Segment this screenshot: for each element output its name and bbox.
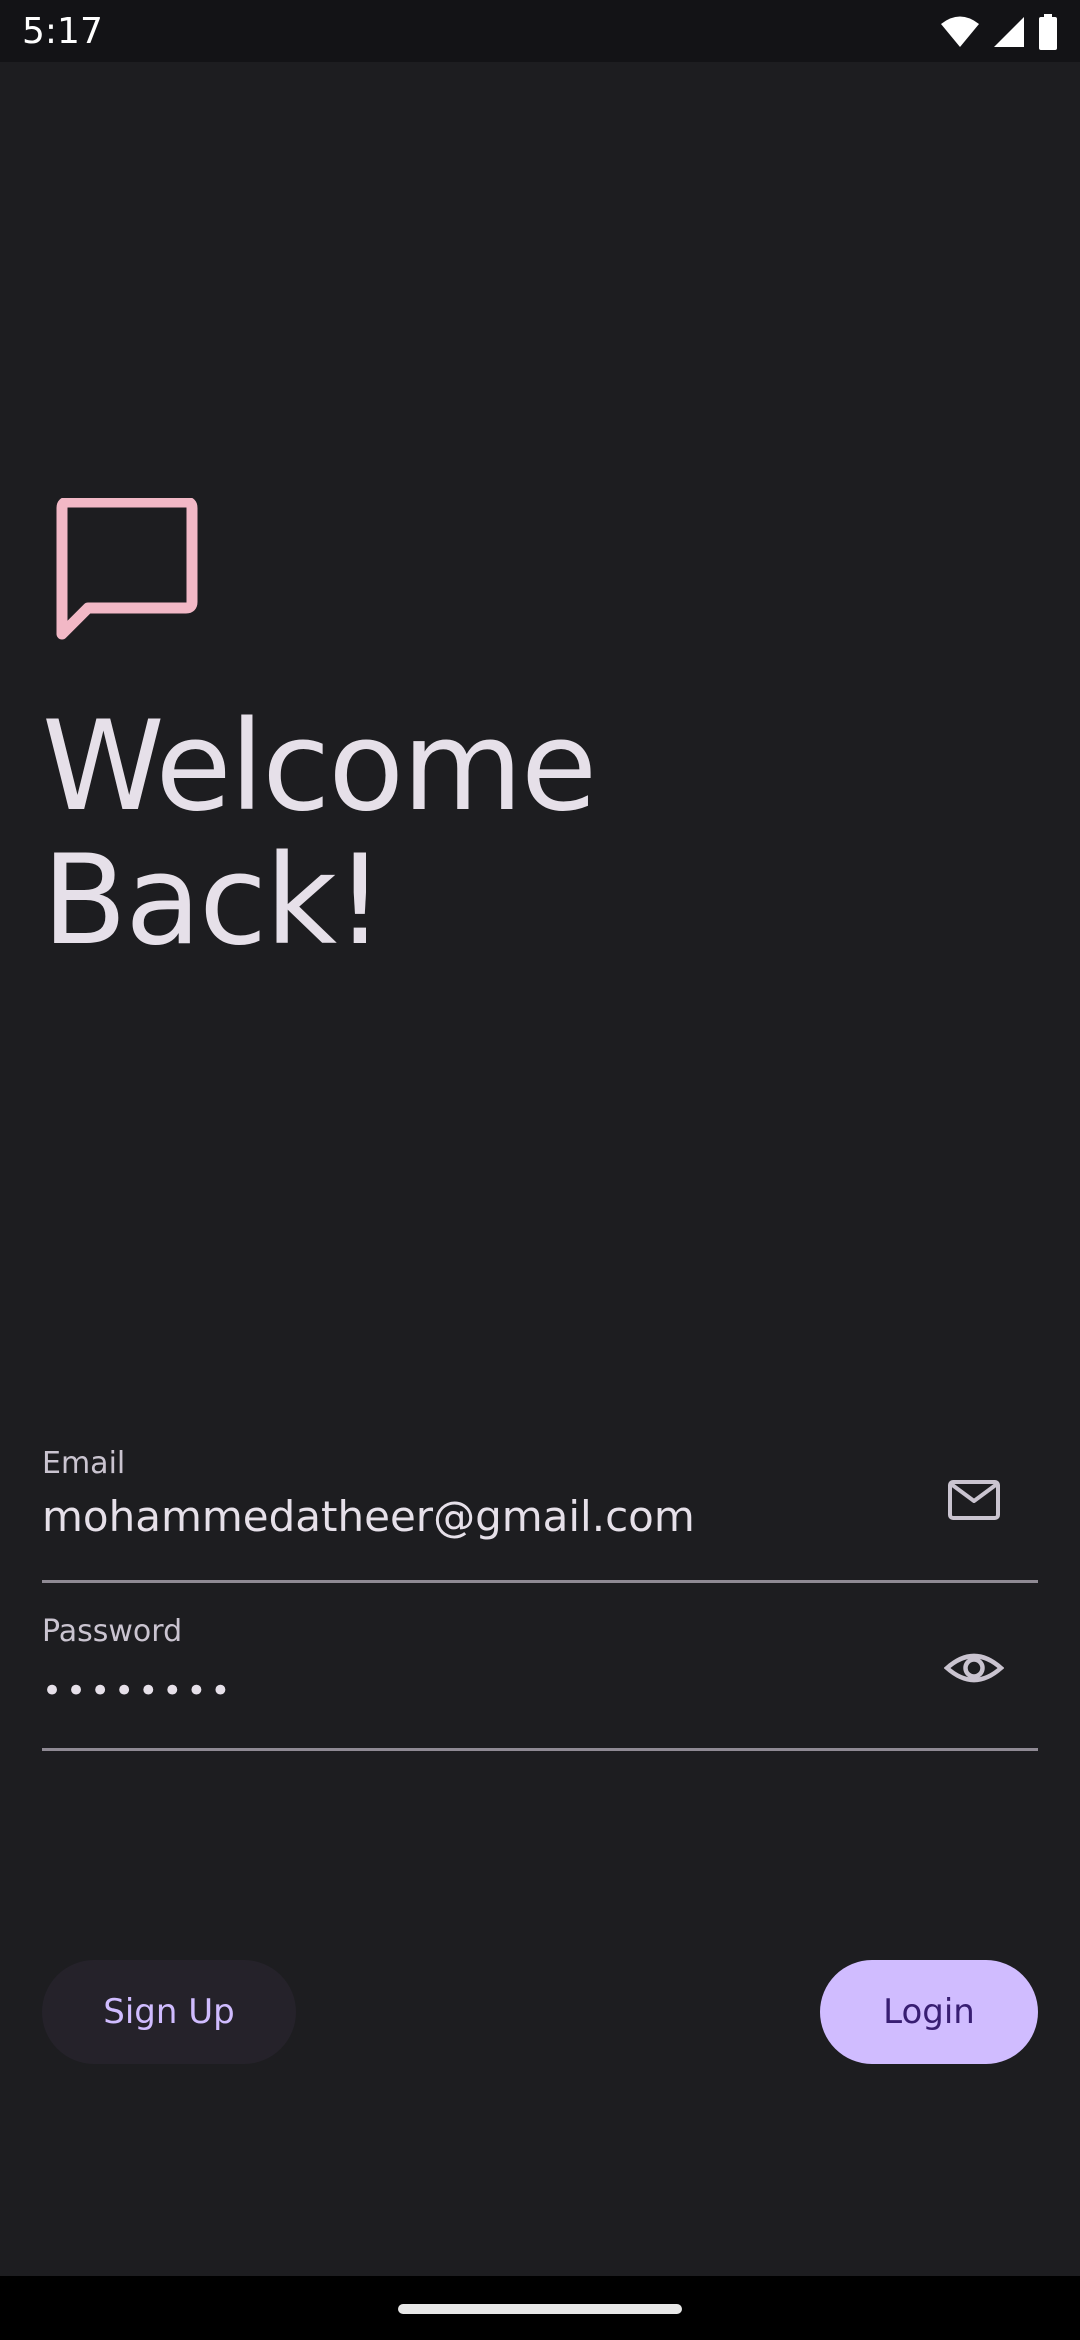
email-label: Email xyxy=(42,1446,126,1481)
status-time: 5:17 xyxy=(22,11,103,52)
password-label: Password xyxy=(42,1614,183,1649)
home-indicator[interactable] xyxy=(398,2304,682,2314)
email-field[interactable]: Email xyxy=(42,1440,1038,1583)
page-title: Welcome Back! xyxy=(42,695,597,973)
battery-icon xyxy=(1038,14,1058,50)
chat-bubble-icon xyxy=(54,496,200,644)
status-icons xyxy=(940,14,1058,50)
login-button[interactable]: Login xyxy=(820,1960,1038,2064)
wifi-icon xyxy=(940,15,980,49)
login-screen: 5:17 Welcome Back! Email mohammedatheer@… xyxy=(0,0,1080,2340)
signal-icon xyxy=(992,15,1026,49)
password-field[interactable]: Password •••••••• xyxy=(42,1608,1038,1751)
navigation-bar xyxy=(0,2276,1080,2340)
status-bar: 5:17 xyxy=(0,0,1080,62)
password-input[interactable]: •••••••• xyxy=(42,1664,902,1718)
mail-icon xyxy=(944,1470,1004,1530)
eye-icon[interactable] xyxy=(943,1638,1005,1698)
sign-up-button[interactable]: Sign Up xyxy=(42,1960,296,2064)
email-input[interactable] xyxy=(42,1490,902,1544)
